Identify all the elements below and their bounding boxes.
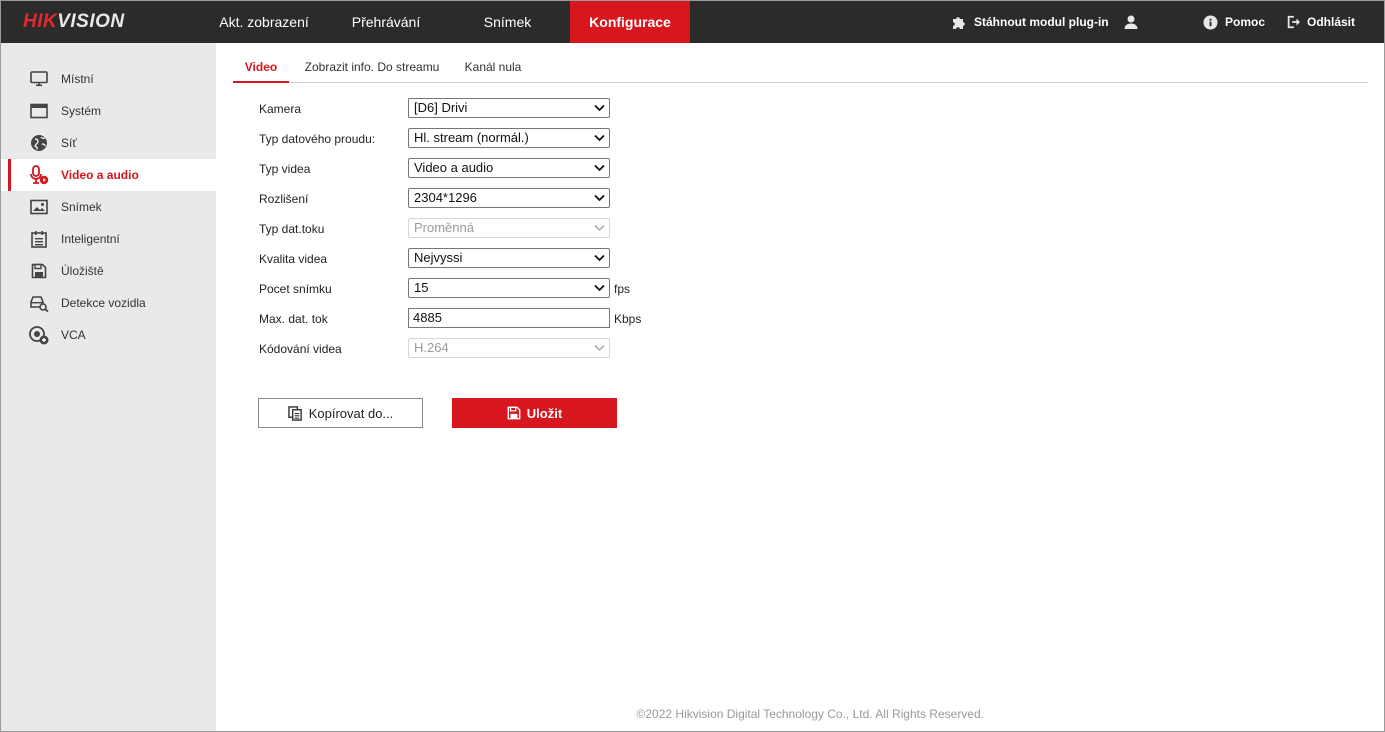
hikvision-logo: HIKVISION	[23, 11, 125, 32]
bitrate-type-select: Proměnná	[408, 218, 610, 238]
calendar-list-icon	[29, 230, 49, 248]
chevron-down-icon	[594, 344, 605, 352]
help-icon	[1203, 14, 1218, 30]
save-icon	[507, 406, 521, 420]
download-plugin-label: Stáhnout modul plug-in	[974, 15, 1109, 29]
frame-rate-label: Pocet snímku	[259, 282, 332, 296]
logout-link[interactable]: Odhlásit	[1286, 1, 1355, 43]
max-bitrate-unit: Kbps	[614, 312, 642, 326]
stream-type-label: Typ datového proudu:	[259, 132, 376, 146]
video-encoding-label: Kódování videa	[259, 342, 342, 356]
resolution-select[interactable]: 2304*1296	[408, 188, 610, 208]
chevron-down-icon	[594, 194, 605, 202]
sidebar: Místní Systém Síť Video a audio Snímek I…	[1, 43, 216, 731]
video-type-select[interactable]: Video a audio	[408, 158, 610, 178]
max-bitrate-label: Max. dat. tok	[259, 312, 328, 326]
logout-icon	[1287, 15, 1300, 29]
sidebar-item-storage[interactable]: Úložiště	[1, 255, 216, 287]
copy-to-button[interactable]: Kopírovat do...	[258, 398, 423, 428]
sidebar-item-vehicle-detection[interactable]: Detekce vozidla	[1, 287, 216, 319]
sidebar-item-system[interactable]: Systém	[1, 95, 216, 127]
save-button[interactable]: Uložit	[452, 398, 617, 428]
logout-label: Odhlásit	[1307, 15, 1356, 29]
chevron-down-icon	[594, 254, 605, 262]
floppy-icon	[29, 262, 49, 280]
chevron-down-icon	[594, 284, 605, 292]
frame-rate-unit: fps	[614, 282, 631, 296]
tab-osd-info[interactable]: Zobrazit info. Do streamu	[297, 53, 447, 82]
chevron-down-icon	[594, 104, 605, 112]
sidebar-item-label: Detekce vozidla	[61, 296, 146, 310]
monitor-icon	[29, 70, 49, 88]
sidebar-item-local[interactable]: Místní	[1, 63, 216, 95]
top-navigation-bar: HIKVISION Akt. zobrazení Přehrávání Sním…	[1, 1, 1384, 43]
copy-icon	[287, 405, 302, 421]
resolution-label: Rozlišení	[259, 192, 309, 206]
sidebar-item-picture[interactable]: Snímek	[1, 191, 216, 223]
video-type-label: Typ videa	[259, 162, 311, 176]
microphone-icon	[29, 165, 49, 185]
stream-type-select[interactable]: Hl. stream (normál.)	[408, 128, 610, 148]
tab-bar: Video Zobrazit info. Do streamu Kanál nu…	[233, 53, 1368, 83]
camera-select[interactable]: [D6] Drivi	[408, 98, 610, 118]
chevron-down-icon	[594, 164, 605, 172]
max-bitrate-input[interactable]: 4885	[408, 308, 610, 328]
nav-playback[interactable]: Přehrávání	[327, 1, 445, 43]
app-window: HIKVISION Akt. zobrazení Přehrávání Sním…	[0, 0, 1385, 732]
sidebar-item-label: Video a audio	[61, 168, 139, 182]
vca-icon	[29, 326, 49, 345]
vehicle-search-icon	[29, 294, 49, 312]
chevron-down-icon	[594, 134, 605, 142]
video-encoding-select: H.264	[408, 338, 610, 358]
image-icon	[29, 198, 49, 216]
user-button[interactable]	[1123, 1, 1146, 43]
window-icon	[29, 102, 49, 120]
copy-to-label: Kopírovat do...	[308, 405, 394, 421]
nav-configuration[interactable]: Konfigurace	[570, 1, 690, 43]
sidebar-item-label: Snímek	[61, 200, 102, 214]
sidebar-item-label: Systém	[61, 104, 102, 118]
save-label: Uložit	[526, 405, 563, 421]
puzzle-icon	[953, 17, 965, 29]
user-icon	[1124, 15, 1138, 29]
download-plugin-link[interactable]: Stáhnout modul plug-in	[951, 1, 1109, 43]
video-quality-label: Kvalita videa	[259, 252, 328, 266]
bitrate-type-label: Typ dat.toku	[259, 222, 325, 236]
sidebar-item-intelligent[interactable]: Inteligentní	[1, 223, 216, 255]
sidebar-item-label: Úložiště	[61, 264, 104, 278]
tab-video[interactable]: Video	[233, 53, 289, 83]
nav-picture[interactable]: Snímek	[445, 1, 570, 43]
copyright-footer: ©2022 Hikvision Digital Technology Co., …	[636, 707, 984, 721]
tab-zero-channel[interactable]: Kanál nula	[459, 53, 527, 82]
sidebar-item-label: Místní	[61, 72, 94, 86]
help-label: Pomoc	[1225, 15, 1266, 29]
sidebar-item-vca[interactable]: VCA	[1, 319, 216, 351]
globe-icon	[29, 134, 49, 152]
chevron-down-icon	[594, 224, 605, 232]
nav-live-view[interactable]: Akt. zobrazení	[201, 1, 327, 43]
sidebar-item-network[interactable]: Síť	[1, 127, 216, 159]
frame-rate-select[interactable]: 15	[408, 278, 610, 298]
sidebar-item-video-audio[interactable]: Video a audio	[1, 159, 216, 191]
camera-label: Kamera	[259, 102, 302, 116]
help-link[interactable]: Pomoc	[1203, 1, 1265, 43]
sidebar-item-label: Inteligentní	[61, 232, 120, 246]
sidebar-item-label: Síť	[61, 136, 77, 150]
sidebar-item-label: VCA	[61, 328, 86, 342]
video-quality-select[interactable]: Nejvyssi	[408, 248, 610, 268]
